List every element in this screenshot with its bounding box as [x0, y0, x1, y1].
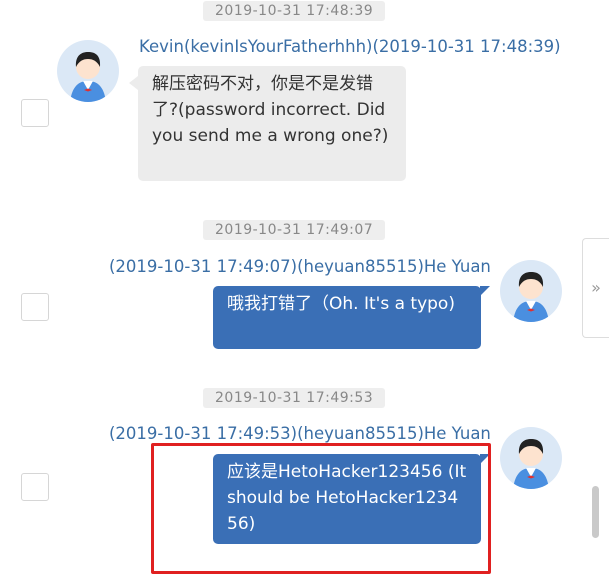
message-bubble[interactable]: 哦我打错了（Oh. It's a typo)	[213, 286, 490, 349]
message-select-checkbox[interactable]	[21, 473, 49, 501]
avatar[interactable]	[500, 427, 562, 489]
user-avatar-icon	[513, 272, 549, 322]
avatar[interactable]	[500, 260, 562, 322]
message-bubble[interactable]: 应该是HetoHacker123456 (It should be HetoHa…	[213, 454, 490, 544]
message-sender[interactable]: Kevin(kevinIsYourFatherhhh)(2019-10-31 1…	[139, 37, 561, 56]
message-sender[interactable]: (2019-10-31 17:49:53)(heyuan85515)He Yua…	[109, 424, 491, 443]
message-timestamp: 2019-10-31 17:49:53	[203, 388, 386, 408]
scrollbar-thumb[interactable]	[592, 486, 599, 538]
avatar[interactable]	[57, 40, 119, 102]
message-timestamp: 2019-10-31 17:49:07	[203, 220, 386, 240]
user-avatar-icon	[513, 439, 549, 489]
message-select-checkbox[interactable]	[21, 99, 49, 127]
user-avatar-icon	[70, 52, 106, 102]
collapse-panel-button[interactable]: »	[582, 238, 609, 338]
message-select-checkbox[interactable]	[21, 293, 49, 321]
message-bubble[interactable]: 解压密码不对，你是不是发错了?(password incorrect. Did …	[129, 66, 406, 181]
message-sender[interactable]: (2019-10-31 17:49:07)(heyuan85515)He Yua…	[109, 257, 491, 276]
message-timestamp: 2019-10-31 17:48:39	[203, 1, 386, 21]
double-chevron-right-icon: »	[591, 278, 601, 297]
